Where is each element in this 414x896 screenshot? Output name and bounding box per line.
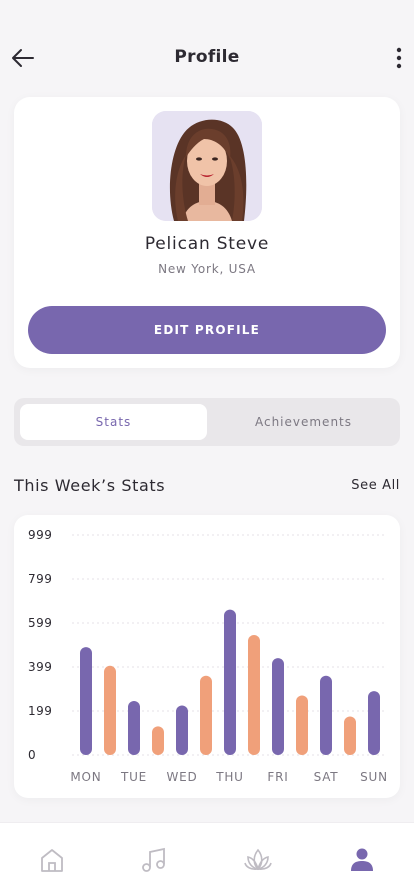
x-tick-label: FRI <box>267 770 288 784</box>
x-tick-label: THU <box>215 770 244 784</box>
bottom-navigation <box>0 822 414 896</box>
x-tick-label: SUN <box>360 770 388 784</box>
home-icon[interactable] <box>37 845 67 875</box>
y-tick-label: 599 <box>28 616 52 630</box>
chart-bar <box>368 691 380 755</box>
tab-achievements[interactable]: Achievements <box>213 404 394 440</box>
section-title: This Week’s Stats <box>14 476 166 495</box>
avatar-portrait <box>152 111 262 221</box>
profile-name: Pelican Steve <box>144 234 270 254</box>
music-icon[interactable] <box>139 845 169 875</box>
user-icon[interactable] <box>347 845 377 875</box>
y-tick-label: 999 <box>28 528 52 542</box>
y-tick-label: 199 <box>28 704 52 718</box>
profile-location: New York, USA <box>158 262 256 276</box>
chart-bar <box>320 675 332 755</box>
chart-bar <box>296 695 308 755</box>
chart-bar <box>128 701 140 755</box>
chart-bar <box>200 675 212 755</box>
tab-stats[interactable]: Stats <box>20 404 207 440</box>
profile-card: Pelican Steve New York, USA EDIT PROFILE <box>14 97 400 368</box>
segmented-tabs: Stats Achievements <box>14 398 400 446</box>
chart-bar <box>80 647 92 755</box>
see-all-link[interactable]: See All <box>351 478 400 493</box>
chart-bar <box>248 634 260 755</box>
page-title: Profile <box>174 47 240 67</box>
chart-bar <box>104 665 116 755</box>
chart-bar <box>344 716 356 755</box>
y-tick-label: 799 <box>28 572 52 586</box>
y-tick-label: 0 <box>28 748 36 762</box>
more-options-icon[interactable] <box>392 46 406 70</box>
lotus-icon[interactable] <box>243 845 273 875</box>
x-tick-label: TUE <box>120 770 147 784</box>
header: Profile <box>0 36 414 80</box>
weekly-stats-chart: 999 799 599 399 199 0 MON TUE WED THU FRI SAT SUN <box>28 528 388 784</box>
chart-bar <box>224 609 236 755</box>
stats-chart-card: 999 799 599 399 199 0 MON TUE WED THU FRI SAT SUN <box>14 515 400 798</box>
y-tick-label: 399 <box>28 660 52 674</box>
edit-profile-button[interactable]: EDIT PROFILE <box>28 306 386 354</box>
chart-bar <box>176 705 188 755</box>
avatar <box>152 111 262 221</box>
chart-bar <box>272 658 284 755</box>
x-tick-label: WED <box>166 770 197 784</box>
x-tick-label: SAT <box>314 770 339 784</box>
x-tick-label: MON <box>70 770 101 784</box>
chart-bar <box>152 726 164 755</box>
